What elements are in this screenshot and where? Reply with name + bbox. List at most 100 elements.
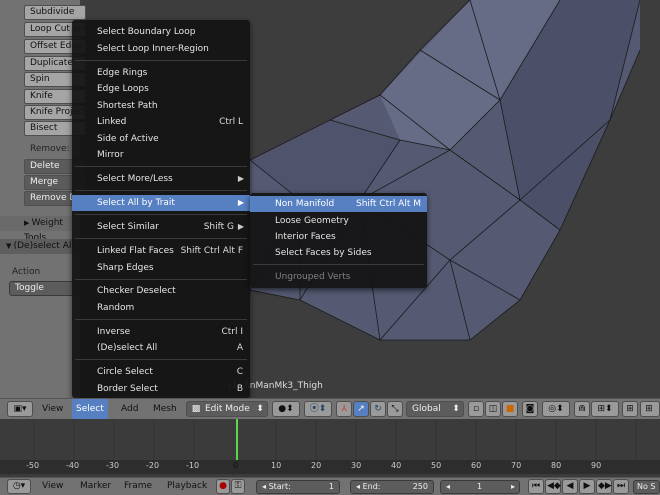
- menu-item-side-of-active[interactable]: Side of Active: [72, 131, 250, 147]
- weight-tools-panel-header[interactable]: ▶ Weight Tools: [0, 216, 80, 243]
- face-select-button[interactable]: ■: [502, 401, 518, 417]
- menu-separator: [75, 238, 247, 239]
- vertex-icon: ▫: [472, 404, 480, 414]
- menu-item-edge-rings[interactable]: Edge Rings: [72, 65, 250, 81]
- 3d-view-header: ▣▾ View Select Add Mesh ▩ Edit Mode ⬍ ●⬍…: [0, 398, 660, 419]
- menu-item-select-loop-inner-region[interactable]: Select Loop Inner-Region: [72, 41, 250, 57]
- snap-toggle[interactable]: ⋒: [574, 401, 590, 417]
- proportional-edit-dropdown[interactable]: ◎⬍: [542, 401, 570, 417]
- pivot-point-dropdown[interactable]: ⦿⬍: [304, 401, 332, 417]
- timeline-view-menu[interactable]: View: [42, 478, 63, 495]
- layer-button-2[interactable]: ⊞: [640, 401, 660, 417]
- tool-shelf: Subdivide Loop Cut and Slide Offset Edge…: [0, 0, 86, 398]
- jump-end-button[interactable]: ⏭: [613, 479, 629, 494]
- playback-menu[interactable]: Playback: [167, 478, 207, 495]
- pivot-icon: ⦿⬍: [309, 404, 327, 414]
- transform-orientation-dropdown[interactable]: Global ⬍: [406, 401, 464, 417]
- menu-item-random[interactable]: Random: [72, 300, 250, 316]
- timeline-header: ◷▾ View Marker Frame Playback ● ⚿ ◂ Star…: [0, 477, 660, 495]
- menu-item-select-all-by-trait[interactable]: Select All by Trait ▶: [72, 195, 250, 211]
- menu-separator: [75, 319, 247, 320]
- menu-item-shortest-path[interactable]: Shortest Path: [72, 98, 250, 114]
- submenu-item-loose-geometry[interactable]: Loose Geometry: [250, 213, 427, 229]
- operator-panel-header[interactable]: ▼ (De)select All: [0, 239, 80, 254]
- menu-item-select-similar[interactable]: Select Similar Shift G ▶: [72, 219, 250, 235]
- keying-set-button[interactable]: ⚿: [231, 479, 245, 494]
- select-menu-button[interactable]: Select: [72, 399, 108, 419]
- timeline[interactable]: -50 -40 -30 -20 -10 0 10 20 30 40 50 60 …: [0, 419, 660, 477]
- editor-type-button[interactable]: ◷▾: [7, 479, 31, 494]
- limit-selection-button[interactable]: ◙: [522, 401, 538, 417]
- submenu-item-non-manifold[interactable]: Non Manifold Shift Ctrl Alt M: [250, 196, 427, 212]
- menu-item-circle-select[interactable]: Circle Select C: [72, 364, 250, 380]
- marker-menu[interactable]: Marker: [80, 478, 111, 495]
- menu-item-select-more-less[interactable]: Select More/Less ▶: [72, 171, 250, 187]
- start-frame-field[interactable]: ◂ Start: 1: [256, 480, 340, 494]
- edge-icon: ◫: [488, 404, 498, 414]
- vertex-select-button[interactable]: ▫: [468, 401, 484, 417]
- mode-dropdown[interactable]: ▩ Edit Mode ⬍: [186, 401, 268, 417]
- view-menu[interactable]: View: [42, 399, 63, 419]
- current-frame-field[interactable]: ◂ 1 ▸: [440, 480, 520, 494]
- manipulator-toggle[interactable]: ⅄: [336, 401, 352, 417]
- add-menu[interactable]: Add: [121, 399, 138, 419]
- tick-label: 40: [391, 461, 402, 470]
- current-frame-marker[interactable]: [236, 419, 238, 461]
- subdivide-button[interactable]: Subdivide: [24, 5, 86, 20]
- mesh-menu[interactable]: Mesh: [153, 399, 177, 419]
- menu-item-mirror[interactable]: Mirror: [72, 147, 250, 163]
- submenu-item-interior-faces[interactable]: Interior Faces: [250, 229, 427, 245]
- menu-item-linked[interactable]: Linked Ctrl L: [72, 114, 250, 130]
- select-all-by-trait-submenu: Non Manifold Shift Ctrl Alt M Loose Geome…: [250, 193, 427, 288]
- menu-item-linked-flat-faces[interactable]: Linked Flat Faces Shift Ctrl Alt F: [72, 243, 250, 259]
- submenu-item-select-faces-by-sides[interactable]: Select Faces by Sides: [250, 245, 427, 261]
- end-frame-field[interactable]: ◂ End: 250: [350, 480, 434, 494]
- key-icon: ⚿: [234, 481, 242, 491]
- viewport-shading-dropdown[interactable]: ●⬍: [272, 401, 300, 417]
- tick-label: 20: [311, 461, 322, 470]
- updown-arrows-icon: ⬍: [452, 404, 460, 414]
- next-keyframe-icon: ◆▶: [598, 481, 612, 491]
- tick-label: 0: [233, 461, 239, 470]
- snap-element-dropdown[interactable]: ⊞⬍: [591, 401, 619, 417]
- sync-mode-dropdown[interactable]: No S: [633, 480, 660, 494]
- menu-item-border-select[interactable]: Border Select B: [72, 381, 250, 397]
- tick-label: 30: [351, 461, 362, 470]
- rotate-manipulator-button[interactable]: ↻: [370, 401, 386, 417]
- scale-icon: ⤡: [391, 404, 399, 414]
- menu-item-deselect-all[interactable]: (De)select All A: [72, 340, 250, 356]
- action-dropdown[interactable]: Toggle: [9, 281, 79, 296]
- tick-label: -50: [26, 461, 40, 470]
- end-value: 250: [412, 482, 428, 491]
- layers-icon: ⊞: [626, 404, 634, 414]
- menu-item-inverse[interactable]: Inverse Ctrl I: [72, 324, 250, 340]
- face-icon: ■: [505, 404, 515, 414]
- submenu-item-ungrouped-verts: Ungrouped Verts: [275, 272, 351, 282]
- editor-type-button[interactable]: ▣▾: [7, 401, 33, 417]
- start-value: 1: [328, 482, 334, 491]
- prev-keyframe-button[interactable]: ◀◆: [545, 479, 561, 494]
- jump-end-icon: ⏭: [616, 481, 626, 491]
- layer-button-1[interactable]: ⊞: [622, 401, 638, 417]
- menu-separator: [75, 214, 247, 215]
- translate-manipulator-button[interactable]: ↗: [353, 401, 369, 417]
- action-label: Action: [12, 267, 41, 277]
- menu-separator: [75, 190, 247, 191]
- tick-label: 10: [271, 461, 282, 470]
- menu-item-checker-deselect[interactable]: Checker Deselect: [72, 283, 250, 299]
- menu-item-edge-loops[interactable]: Edge Loops: [72, 81, 250, 97]
- jump-start-button[interactable]: ⏮: [528, 479, 544, 494]
- menu-item-sharp-edges[interactable]: Sharp Edges: [72, 260, 250, 276]
- sphere-shading-icon: ●⬍: [278, 404, 294, 414]
- frame-menu[interactable]: Frame: [124, 478, 152, 495]
- play-reverse-button[interactable]: ◀: [562, 479, 578, 494]
- menu-item-select-boundary-loop[interactable]: Select Boundary Loop: [72, 24, 250, 40]
- play-button[interactable]: ▶: [579, 479, 595, 494]
- orientation-label: Global: [412, 404, 441, 414]
- next-keyframe-button[interactable]: ◆▶: [596, 479, 612, 494]
- clock-editor-icon: ◷▾: [12, 481, 26, 491]
- record-toggle[interactable]: ●: [216, 479, 230, 494]
- layers-icon: ⊞: [645, 404, 653, 414]
- scale-manipulator-button[interactable]: ⤡: [387, 401, 403, 417]
- edge-select-button[interactable]: ◫: [485, 401, 501, 417]
